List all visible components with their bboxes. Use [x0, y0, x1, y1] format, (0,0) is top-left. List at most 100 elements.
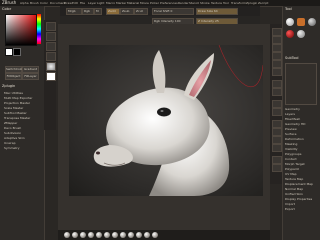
zplugin-item[interactable]: Symmetry — [4, 146, 20, 150]
brush-preset-icon[interactable] — [64, 232, 70, 238]
tool-item[interactable]: Polypaint — [285, 167, 299, 171]
texture-icon[interactable] — [46, 52, 56, 61]
zsub-button[interactable]: Zsub — [120, 8, 134, 15]
tool-item[interactable]: Visibility — [285, 147, 298, 151]
frame-icon[interactable] — [272, 120, 282, 128]
tool-item[interactable]: Normal Map — [285, 187, 303, 191]
gradient-button[interactable]: Gradient — [22, 66, 39, 73]
zplugin-item[interactable]: Multi Map Exporter — [4, 96, 32, 100]
brush-preset-icon[interactable] — [104, 232, 110, 238]
brush-preset-icon[interactable] — [88, 232, 94, 238]
rgb-button[interactable]: Rgb — [82, 8, 94, 15]
aahalf-icon[interactable] — [272, 68, 282, 76]
brush-preset-icon[interactable] — [144, 232, 150, 238]
m-button[interactable]: M — [94, 8, 102, 15]
switch-color-button[interactable]: SwitchColor — [5, 66, 24, 73]
tool-item[interactable]: Masking — [285, 142, 297, 146]
subtool-list[interactable] — [285, 63, 317, 105]
document-canvas[interactable] — [69, 45, 263, 196]
hue-slider[interactable] — [37, 14, 41, 44]
brush-preset-icon[interactable] — [112, 232, 118, 238]
tool-item[interactable]: Contact — [285, 157, 297, 161]
color-icon[interactable] — [46, 72, 56, 81]
tool-item[interactable]: UV Map — [285, 172, 297, 176]
brush-preset-icon[interactable] — [80, 232, 86, 238]
bpr-icon[interactable] — [272, 28, 282, 36]
zplugin-item[interactable]: SubTool Master — [4, 111, 27, 115]
tool-item[interactable]: Layers — [285, 112, 295, 116]
fill-object-button[interactable]: FillObject — [5, 73, 22, 80]
local-icon[interactable] — [272, 100, 282, 108]
zplugin-item[interactable]: Transpose Master — [4, 116, 30, 120]
secondary-color-swatch[interactable] — [13, 48, 21, 56]
brush-icon[interactable] — [46, 22, 56, 31]
tool-thumbnail[interactable] — [286, 18, 294, 26]
draw-size-slider[interactable]: Draw Size 64 — [196, 8, 238, 15]
subtool-section-header[interactable]: SubTool — [285, 56, 298, 60]
zplugin-item[interactable]: Scale Master — [4, 106, 23, 110]
top-shelf: Mrgb Rgb M Zadd Zsub Zcut Focal Shift 0 … — [60, 6, 260, 16]
zplugin-item[interactable]: Adaptive Skin — [4, 136, 25, 140]
polyf-icon[interactable] — [272, 156, 282, 164]
zplugin-item[interactable]: Deco Brush — [4, 126, 21, 130]
tool-item[interactable]: Polygroups — [285, 152, 301, 156]
tool-thumbnail[interactable] — [297, 30, 305, 38]
tool-item[interactable]: Display Properties — [285, 197, 312, 201]
tool-item[interactable]: Import — [285, 202, 295, 206]
mrgb-button[interactable]: Mrgb — [66, 8, 82, 15]
zoom-icon[interactable] — [272, 52, 282, 60]
brush-preset-icon[interactable] — [72, 232, 78, 238]
eye-highlight — [160, 110, 164, 112]
focal-shift-slider[interactable]: Focal Shift 0 — [152, 8, 194, 15]
color-picker[interactable] — [5, 14, 37, 46]
xyz-icon[interactable] — [272, 108, 282, 116]
zplugin-item[interactable]: Subdivision — [4, 131, 21, 135]
tool-item[interactable]: Export — [285, 207, 295, 211]
tool-item[interactable]: Unified Skin — [285, 192, 303, 196]
tool-palette-header[interactable]: Tool — [285, 7, 292, 11]
tool-item[interactable]: Preview — [285, 127, 297, 131]
fill-layer-button[interactable]: FillLayer — [22, 73, 39, 80]
brush-preset-icon[interactable] — [136, 232, 142, 238]
eye — [157, 107, 171, 117]
zplugin-item[interactable]: ZMapper — [4, 121, 17, 125]
tool-item[interactable]: FiberMesh — [285, 117, 300, 121]
zplugin-item[interactable]: Misc Utilities — [4, 91, 23, 95]
rotate-icon[interactable] — [272, 144, 282, 152]
brush-preset-icon[interactable] — [120, 232, 126, 238]
tool-item[interactable]: Surface — [285, 132, 296, 136]
zplugin-item[interactable]: Projection Master — [4, 101, 30, 105]
bottom-shelf — [58, 230, 270, 240]
scale-icon[interactable] — [272, 136, 282, 144]
material-icon[interactable] — [46, 62, 56, 71]
tool-item[interactable]: Geometry HD — [285, 122, 305, 126]
tool-item[interactable]: Displacement Map — [285, 182, 313, 186]
tool-thumbnail[interactable] — [308, 18, 316, 26]
zplugin-section-header[interactable]: Zplugin — [2, 84, 15, 88]
zcut-button[interactable]: Zcut — [134, 8, 148, 15]
stroke-icon[interactable] — [46, 32, 56, 41]
right-tray: Tool SubTool Geometry Layers FiberMesh G… — [282, 6, 320, 240]
floor-icon[interactable] — [272, 88, 282, 96]
brush-preset-icon[interactable] — [128, 232, 134, 238]
color-palette-header[interactable]: Color — [2, 7, 11, 11]
zplugin-item[interactable]: Unwrap — [4, 141, 16, 145]
tool-item[interactable]: Geometry — [285, 107, 300, 111]
brush-preset-icon[interactable] — [96, 232, 102, 238]
move-icon[interactable] — [272, 128, 282, 136]
tool-item[interactable]: Texture Map — [285, 177, 303, 181]
brush-preset-icon[interactable] — [152, 232, 158, 238]
tool-item[interactable]: Deformation — [285, 137, 304, 141]
tool-thumbnail[interactable] — [297, 18, 305, 26]
zadd-button[interactable]: Zadd — [106, 8, 120, 15]
spix-icon[interactable] — [272, 36, 282, 44]
actual-icon[interactable] — [272, 60, 282, 68]
scroll-icon[interactable] — [272, 44, 282, 52]
tool-thumbnail[interactable] — [286, 30, 294, 38]
alpha-icon[interactable] — [46, 42, 56, 51]
tool-item[interactable]: Morph Target — [285, 162, 305, 166]
persp-icon[interactable] — [272, 80, 282, 88]
transp-icon[interactable] — [272, 164, 282, 172]
main-color-swatch[interactable] — [5, 48, 13, 56]
stroke-curve — [218, 45, 263, 88]
